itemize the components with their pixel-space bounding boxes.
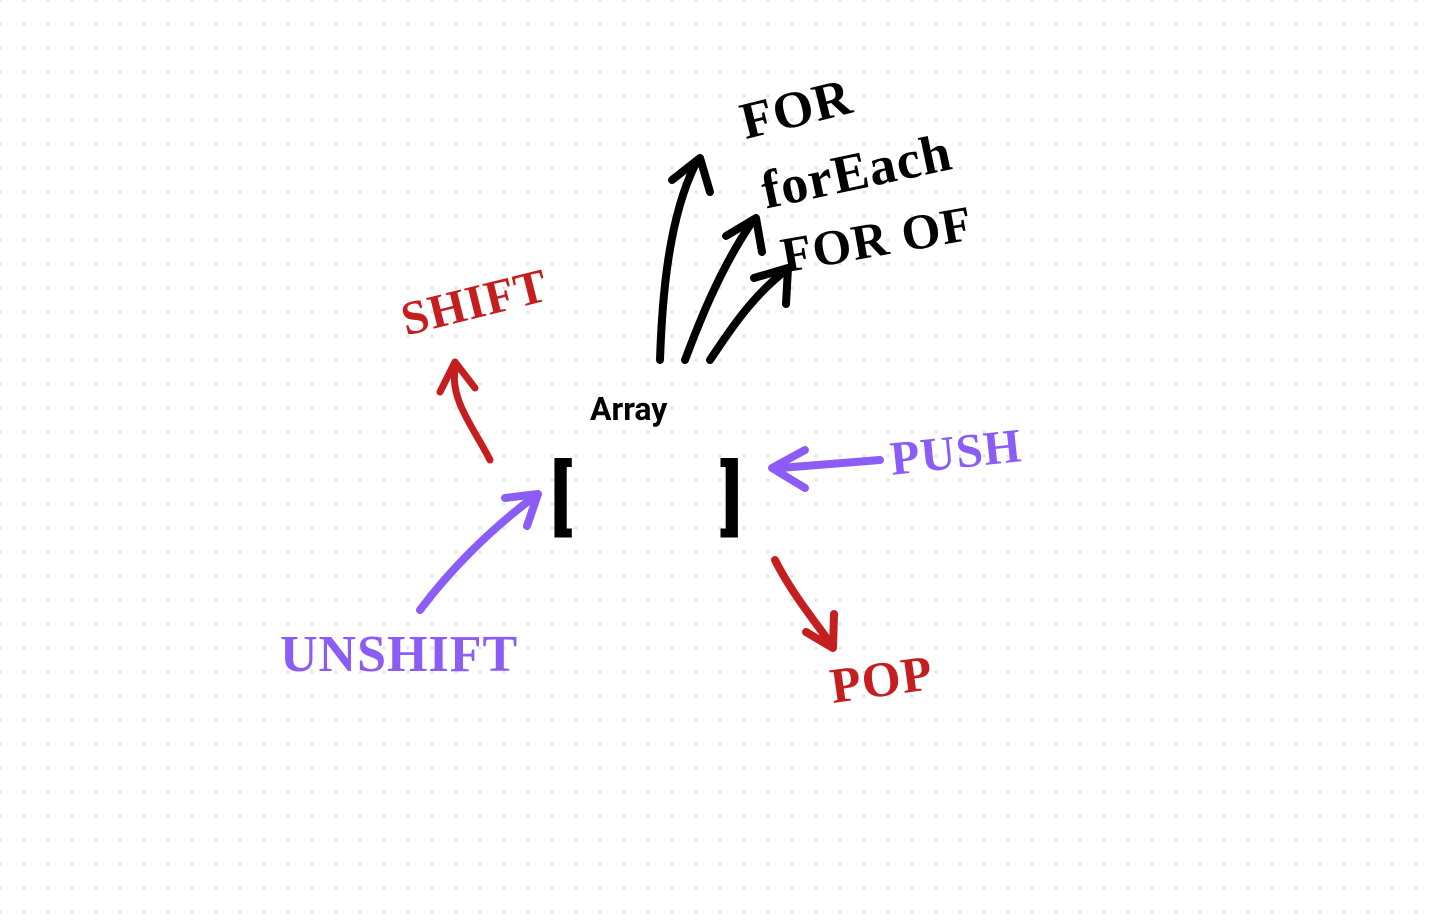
forof-arrow (710, 275, 780, 360)
for-arrow (660, 165, 695, 360)
foreach-arrow (685, 225, 750, 360)
unshift-arrow (420, 500, 530, 610)
diagram-canvas: Array [ ] SHIFT UNSHIFT PUSH POP FOR for… (0, 0, 1436, 922)
push-arrow (780, 460, 880, 468)
arrows-svg (0, 0, 1436, 922)
pop-arrow (775, 560, 828, 640)
